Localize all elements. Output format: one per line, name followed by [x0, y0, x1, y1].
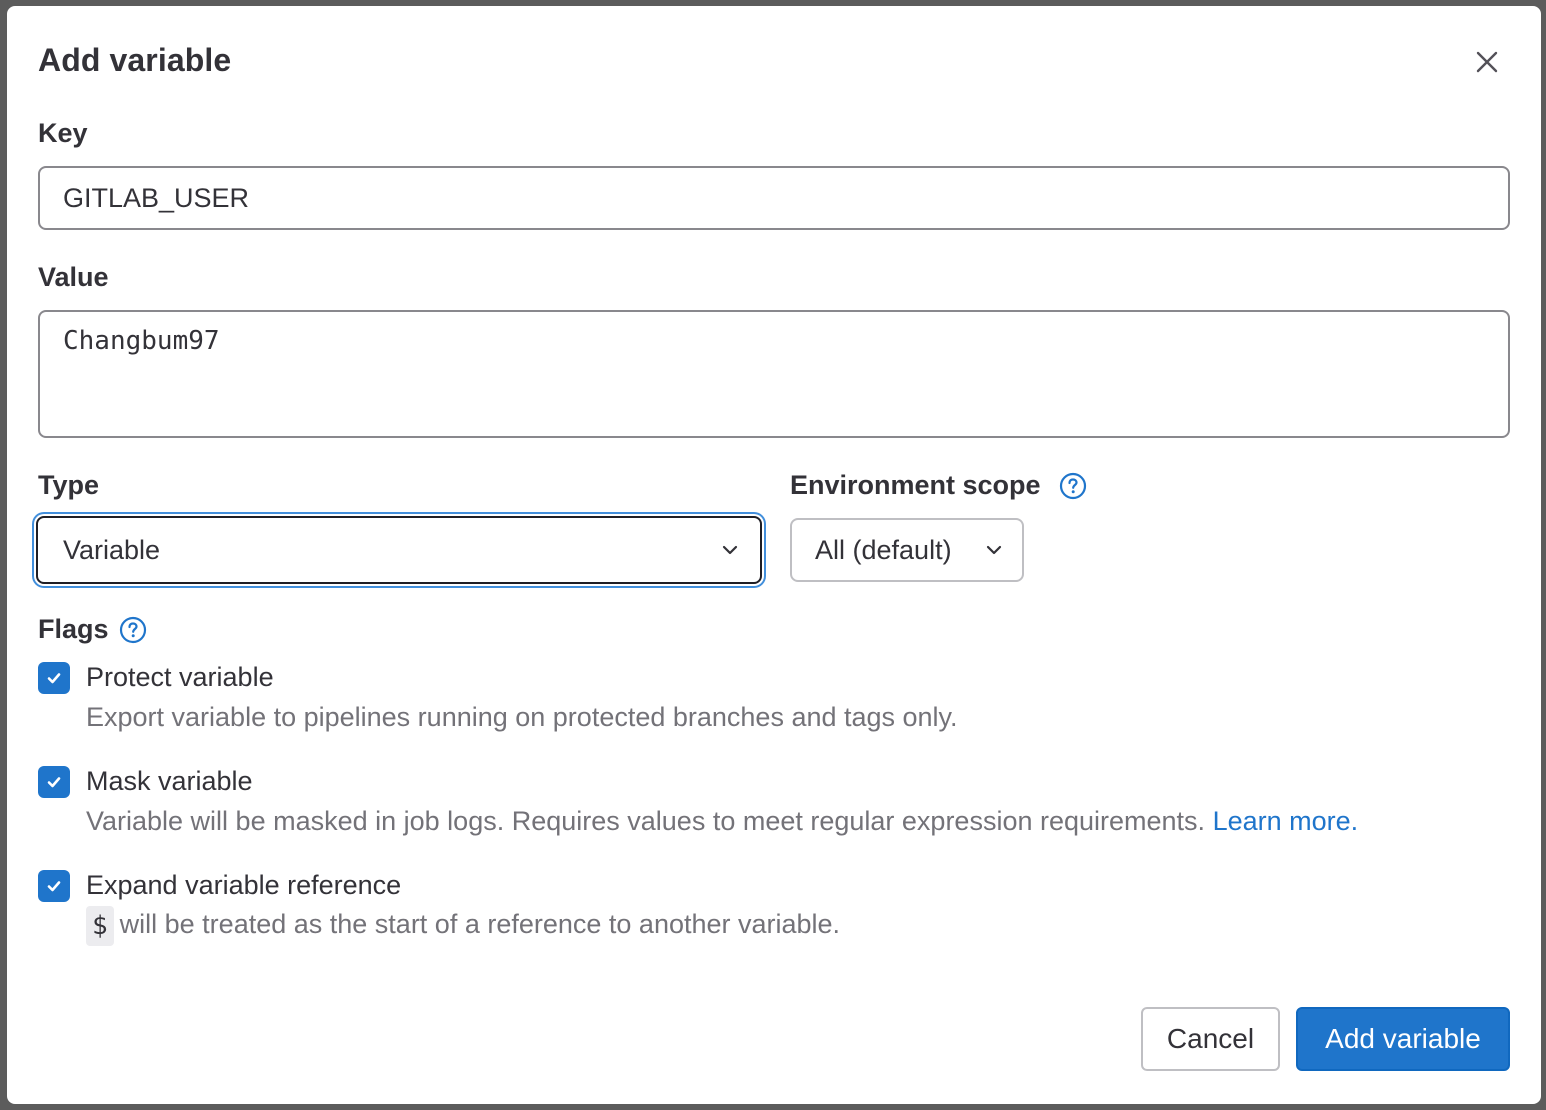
expand-variable-reference-label: Expand variable reference	[86, 870, 402, 900]
expand-variable-reference-help: $ will be treated as the start of a refer…	[86, 906, 840, 946]
mask-variable-help: Variable will be masked in job logs. Req…	[86, 806, 1358, 837]
close-button[interactable]	[1467, 42, 1507, 82]
question-circle-icon[interactable]	[119, 616, 147, 644]
add-variable-button[interactable]: Add variable	[1296, 1007, 1510, 1071]
protect-variable-checkbox[interactable]	[38, 662, 70, 694]
protect-variable-help: Export variable to pipelines running on …	[86, 702, 958, 732]
check-icon	[47, 881, 61, 892]
learn-more-link[interactable]: Learn more.	[1213, 806, 1359, 836]
question-circle-icon[interactable]	[1059, 472, 1087, 500]
value-textarea[interactable]: Changbum97	[38, 310, 1510, 438]
environment-scope-selected-value: All (default)	[815, 534, 952, 565]
protect-variable-label: Protect variable	[86, 662, 274, 692]
chevron-down-icon	[986, 545, 1002, 555]
expand-variable-reference-checkbox[interactable]	[38, 870, 70, 902]
mask-variable-checkbox[interactable]	[38, 766, 70, 798]
check-icon	[47, 673, 61, 684]
modal-title: Add variable	[38, 42, 232, 78]
flags-label: Flags	[38, 614, 109, 644]
close-icon	[1476, 51, 1498, 73]
add-variable-modal: Add variable Key GITLAB_USER Value Chang…	[7, 6, 1541, 1104]
mask-variable-help-text: Variable will be masked in job logs. Req…	[86, 806, 1206, 836]
type-select[interactable]: Variable	[36, 516, 762, 584]
environment-scope-label: Environment scope	[790, 470, 1041, 500]
key-input[interactable]: GITLAB_USER	[38, 166, 1510, 230]
expand-variable-reference-help-text: will be treated as the start of a refere…	[119, 909, 841, 940]
type-selected-value: Variable	[63, 534, 161, 565]
type-label: Type	[38, 470, 100, 500]
value-label: Value	[38, 262, 109, 292]
key-label: Key	[38, 118, 88, 148]
mask-variable-label: Mask variable	[86, 766, 253, 796]
chevron-down-icon	[722, 545, 738, 555]
dollar-code: $	[86, 906, 114, 946]
environment-scope-select[interactable]: All (default)	[790, 518, 1024, 582]
cancel-button[interactable]: Cancel	[1141, 1007, 1280, 1071]
check-icon	[47, 777, 61, 788]
